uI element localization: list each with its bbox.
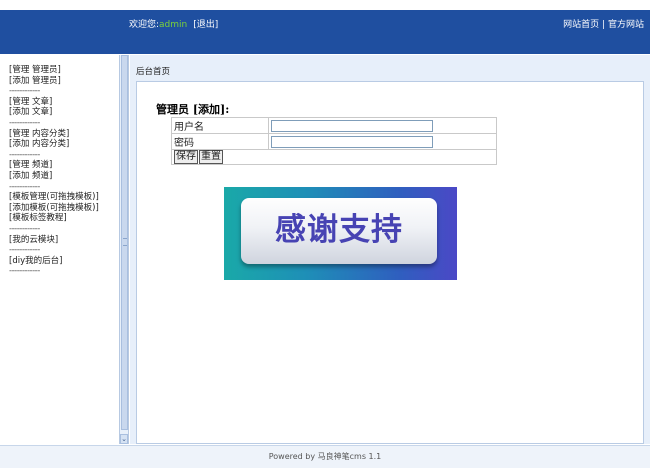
official-site-link[interactable]: 官方网站 (608, 20, 644, 30)
scroll-down-arrow-icon[interactable]: ⌄ (120, 434, 128, 444)
sidebar-separator: ------------ (9, 149, 40, 160)
sidebar-item-diy-backend[interactable]: [diy我的后台] (9, 256, 99, 267)
username: admin (159, 20, 188, 30)
sidebar-separator: ------------ (9, 223, 40, 234)
logout-link[interactable]: [退出] (193, 20, 218, 30)
sidebar-item-add-admin[interactable]: [添加 管理员] (9, 76, 99, 87)
sidebar-separator: ------------ (9, 245, 40, 256)
page-title: 管理员 [添加]: (156, 103, 230, 116)
sidebar-item-cloud-module[interactable]: [我的云模块] (9, 235, 99, 246)
reset-button[interactable]: 重置 (199, 150, 223, 164)
sidebar-item-add-template[interactable]: [添加模板(可拖拽模板)] (9, 203, 99, 214)
sidebar-menu: [管理 管理员] [添加 管理员] ------------ [管理 文章] [… (9, 65, 99, 277)
banner-text: 感谢支持 (275, 212, 403, 248)
welcome-label: 欢迎您: (129, 20, 160, 30)
password-cell (268, 133, 497, 150)
sidebar-item-manage-article[interactable]: [管理 文章] (9, 97, 99, 108)
username-cell (268, 117, 497, 134)
sidebar-item-add-article[interactable]: [添加 文章] (9, 107, 99, 118)
form-row-password: 密码 (171, 133, 497, 150)
admin-add-form: 用户名 密码 保存 重置 (171, 117, 497, 165)
sidebar-separator: ------------ (9, 86, 40, 97)
username-input[interactable] (271, 119, 433, 132)
username-label: 用户名 (171, 117, 269, 134)
top-links: 网站首页 | 官方网站 (563, 17, 644, 30)
sidebar-scrollbar[interactable]: ⌄ (119, 55, 129, 444)
sidebar-separator: ------------ (9, 266, 40, 277)
sidebar-separator: ------------ (9, 181, 40, 192)
sidebar-item-add-channel[interactable]: [添加 频道] (9, 171, 99, 182)
top-strip (0, 0, 650, 10)
form-row-buttons: 保存 重置 (171, 149, 497, 165)
scrollbar-grip-icon (123, 238, 127, 246)
form-row-username: 用户名 (171, 117, 497, 134)
sidebar-separator: ------------ (9, 117, 40, 128)
welcome-bar: 欢迎您:admin [退出] (129, 17, 218, 30)
password-label: 密码 (171, 133, 269, 150)
password-input[interactable] (271, 135, 433, 148)
sidebar-item-manage-template[interactable]: [模板管理(可拖拽模板)] (9, 192, 99, 203)
sidebar-item-manage-category[interactable]: [管理 内容分类] (9, 129, 99, 140)
scrollbar-thumb[interactable] (121, 55, 128, 430)
sidebar-item-add-category[interactable]: [添加 内容分类] (9, 139, 99, 150)
footer: Powered by 马良神笔cms 1.1 (0, 445, 650, 468)
breadcrumb[interactable]: 后台首页 (136, 65, 170, 77)
thanks-banner: 感谢支持 (224, 187, 457, 280)
buttons-cell: 保存 重置 (171, 149, 497, 165)
site-home-link[interactable]: 网站首页 (563, 20, 599, 30)
sidebar: [管理 管理员] [添加 管理员] ------------ [管理 文章] [… (0, 55, 120, 444)
sidebar-item-template-tags[interactable]: [模板标签教程] (9, 213, 99, 224)
link-separator: | (602, 20, 606, 30)
sidebar-item-manage-admin[interactable]: [管理 管理员] (9, 65, 99, 76)
save-button[interactable]: 保存 (174, 150, 198, 164)
top-header: 欢迎您:admin [退出] 网站首页 | 官方网站 (0, 10, 650, 54)
sidebar-item-manage-channel[interactable]: [管理 频道] (9, 160, 99, 171)
